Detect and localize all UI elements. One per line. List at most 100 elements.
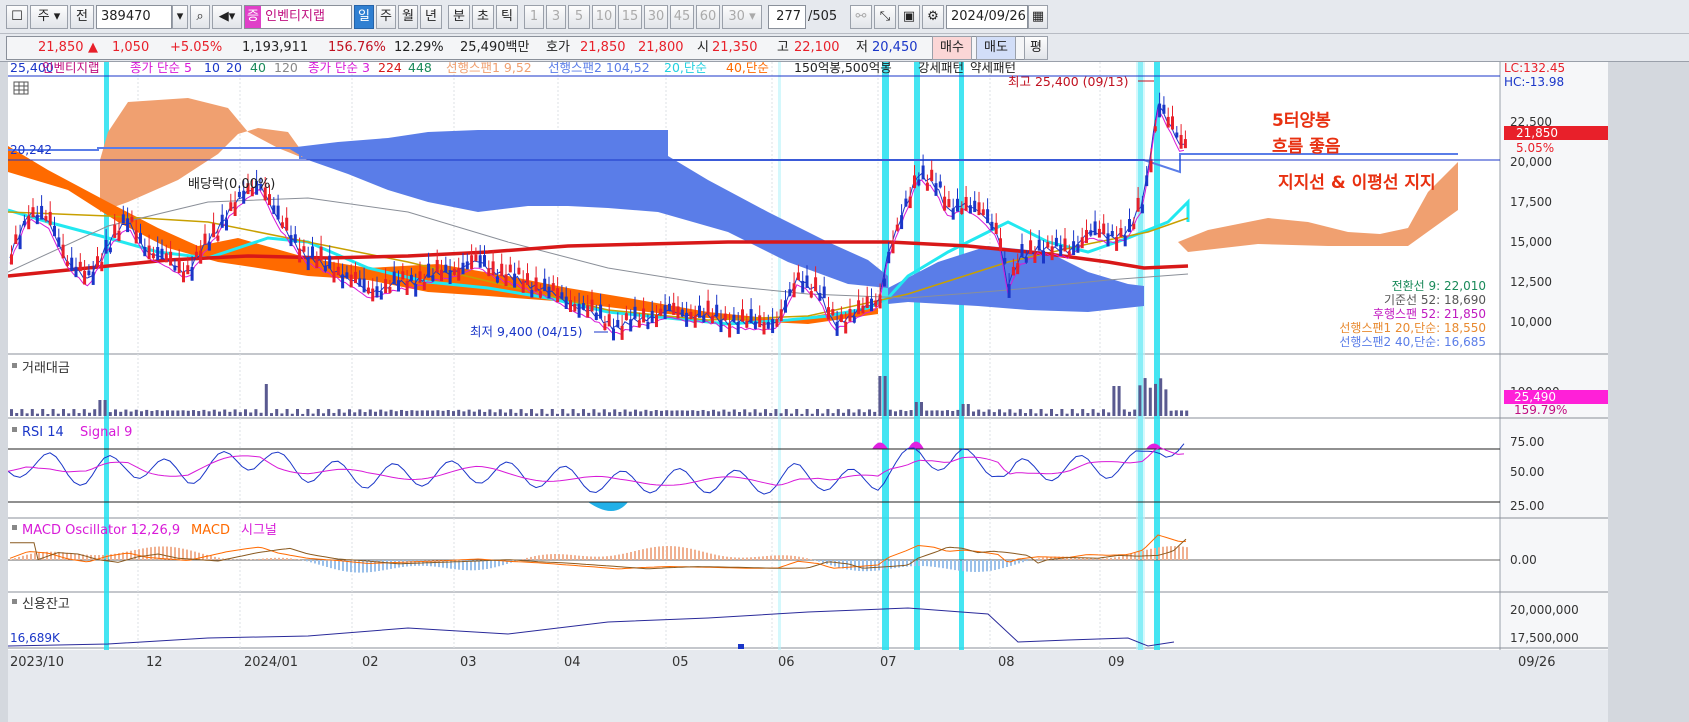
- tab-week[interactable]: 주: [376, 5, 396, 29]
- amount-bar: [764, 409, 767, 416]
- tab-month[interactable]: 월: [398, 5, 418, 29]
- candle-body: [706, 300, 710, 315]
- macd-bar: [322, 560, 324, 566]
- macd-bar: [166, 546, 168, 560]
- macd-bar: [594, 556, 596, 560]
- candle-body: [784, 300, 787, 313]
- candle-body: [762, 322, 766, 335]
- macd-bar: [786, 555, 788, 560]
- macd-bar: [582, 555, 584, 560]
- num-button[interactable]: 15: [618, 5, 642, 29]
- code-input[interactable]: 389470: [96, 5, 172, 29]
- tab-minute[interactable]: 분: [448, 5, 470, 29]
- rsi-title: RSI 14: [22, 425, 64, 440]
- candle-body: [1158, 103, 1162, 118]
- candle-body: [1024, 257, 1028, 263]
- num-button[interactable]: 30: [644, 5, 668, 29]
- candle-body: [388, 286, 392, 293]
- num-button[interactable]: 60: [696, 5, 720, 29]
- candle-body: [629, 319, 633, 332]
- market-select[interactable]: 주 ▾: [30, 5, 68, 29]
- amount-bar: [77, 413, 81, 416]
- bid-price: 21,800: [638, 40, 684, 55]
- macd-bar: [986, 560, 988, 572]
- amount-bar: [998, 409, 1001, 416]
- candle-body: [814, 277, 818, 292]
- macd-bar: [362, 560, 364, 573]
- tab-year[interactable]: 년: [420, 5, 442, 29]
- eval-button[interactable]: 평: [1024, 36, 1048, 60]
- candle-body: [108, 247, 112, 253]
- candle-body: [44, 216, 48, 221]
- candle-body: [986, 209, 990, 224]
- price-tick: 12,500: [1510, 275, 1552, 289]
- amount-bar: [1148, 387, 1152, 416]
- candle-body: [83, 270, 87, 285]
- candle-body: [78, 261, 82, 272]
- macd-bar: [250, 559, 252, 560]
- nav-back-button[interactable]: ☐: [6, 5, 28, 29]
- candle-body: [904, 198, 908, 207]
- current-pct: 5.05%: [1516, 141, 1554, 155]
- macd-bar: [626, 552, 628, 560]
- x-label: 09: [1108, 655, 1125, 670]
- tab-tick[interactable]: 틱: [496, 5, 518, 29]
- candle-body: [710, 315, 714, 324]
- save-icon[interactable]: ▣: [898, 5, 920, 29]
- candle-body: [1020, 243, 1024, 257]
- amount-bar: [322, 413, 325, 416]
- gear-icon[interactable]: ⚙: [922, 5, 944, 29]
- num-button[interactable]: 3: [546, 5, 566, 29]
- count-input[interactable]: 277: [768, 5, 806, 29]
- amount-bar: [134, 409, 138, 416]
- amount-bar: [36, 413, 39, 416]
- num-button[interactable]: 10: [592, 5, 616, 29]
- candle-body: [182, 271, 185, 283]
- candle-body: [1102, 223, 1106, 235]
- tab-day[interactable]: 일: [354, 5, 374, 29]
- stock-chart[interactable]: 22,500 20,000 17,500 15,000 12,500 10,00…: [8, 62, 1608, 722]
- table-icon[interactable]: [13, 81, 29, 95]
- num-button[interactable]: 5: [568, 5, 590, 29]
- candle-body: [1140, 204, 1144, 214]
- macd-bar: [806, 558, 808, 560]
- period-mode-button[interactable]: 전: [70, 5, 94, 29]
- code-dropdown-icon[interactable]: ▾: [172, 5, 188, 29]
- calendar-icon[interactable]: ▦: [1028, 5, 1048, 29]
- tab-second[interactable]: 초: [472, 5, 494, 29]
- candle-body: [1171, 116, 1174, 130]
- number-dropdown[interactable]: 30 ▾: [722, 5, 762, 29]
- panel-marker: [12, 427, 17, 432]
- stock-name-field[interactable]: 증 인벤티지랩: [244, 5, 352, 29]
- amount-bar: [1034, 413, 1038, 416]
- link-icon[interactable]: ⚯: [850, 5, 872, 29]
- crosshair-icon[interactable]: ⤡: [874, 5, 896, 29]
- date-input[interactable]: 2024/09/26: [946, 5, 1028, 29]
- search-icon[interactable]: ⌕: [190, 5, 210, 29]
- amount-bar: [550, 409, 554, 416]
- candle-body: [1085, 229, 1088, 244]
- amount-bar: [1169, 410, 1173, 416]
- amount-bar: [462, 411, 466, 416]
- macd-bar: [1114, 557, 1116, 560]
- candle-body: [237, 191, 241, 198]
- candle-body: [517, 267, 521, 275]
- amount-bar: [540, 409, 544, 416]
- num-button[interactable]: 1: [524, 5, 544, 29]
- sell-button[interactable]: 매도: [976, 36, 1016, 60]
- amount-bar: [1081, 409, 1085, 416]
- amount-bar: [280, 413, 284, 416]
- amount-bar: [769, 412, 773, 416]
- buy-button[interactable]: 매수: [932, 36, 972, 60]
- macd-bar: [1154, 548, 1156, 560]
- speaker-icon[interactable]: ◀▾: [212, 5, 242, 29]
- macd-bar: [830, 560, 832, 566]
- candle-body: [1166, 116, 1170, 128]
- macd-bar: [658, 546, 660, 560]
- macd-bar: [946, 560, 948, 569]
- macd-bar: [958, 560, 960, 571]
- amount-bar: [784, 409, 788, 416]
- num-button[interactable]: 45: [670, 5, 694, 29]
- macd-bar: [1110, 557, 1112, 560]
- amount-bar: [888, 409, 892, 416]
